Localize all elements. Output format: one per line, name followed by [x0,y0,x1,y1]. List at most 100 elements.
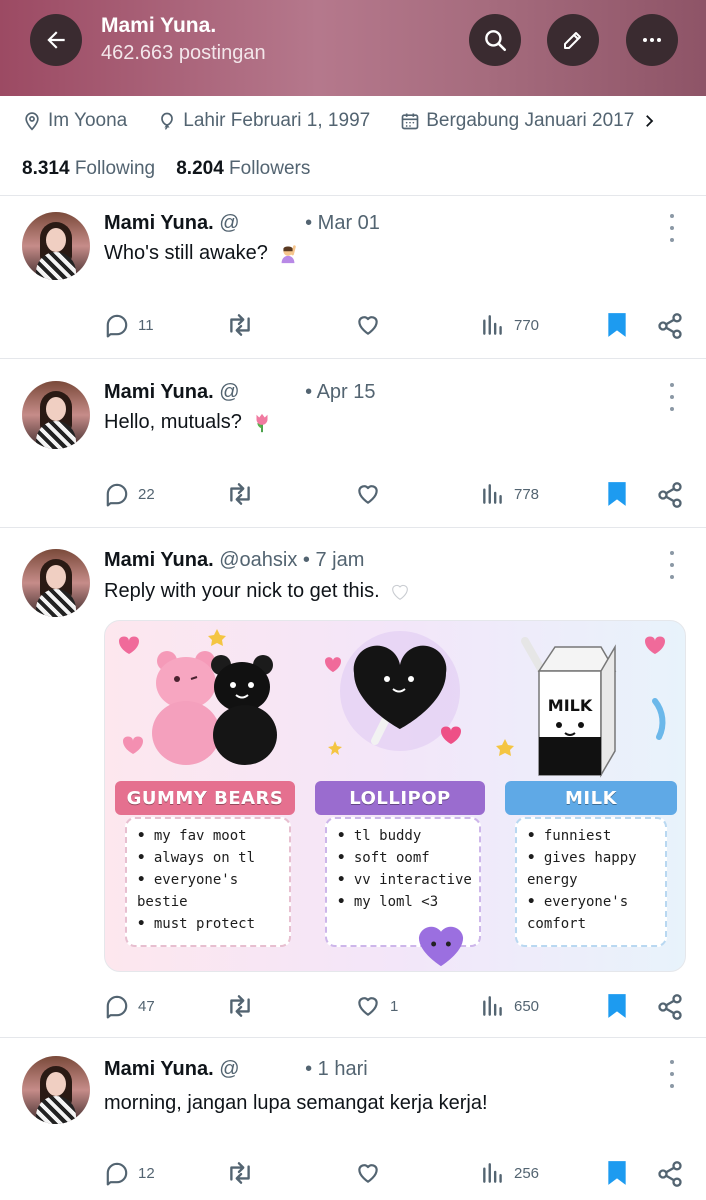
heart-icon [358,485,378,504]
following-count: 8.314 [22,158,70,179]
tweet-more-button[interactable] [662,1060,682,1088]
chevron-right-icon [646,115,654,127]
bookmark-button[interactable] [606,993,636,1019]
share-button[interactable] [656,312,692,340]
tulip-icon [256,413,268,432]
tweet-text-content: Who's still awake? [104,242,268,264]
followers-link[interactable]: 8.204 Followers [176,158,310,179]
tweet-actions: 11 770 [104,312,690,344]
analytics-icon [483,1163,502,1183]
share-button[interactable] [656,481,692,509]
retweet-button[interactable] [226,993,262,1019]
author-handle[interactable]: @ [219,381,239,403]
tweet-header: Mami Yuna. @oahsix • 7 jam [104,549,364,572]
birthday: Lahir Februari 1, 1997 [157,110,370,132]
bookmark-icon [608,482,626,506]
share-icon [658,1161,682,1187]
list-item: funniest [527,825,655,847]
like-button[interactable] [354,1160,390,1186]
share-icon [658,482,682,508]
location-text: Im Yoona [48,110,128,131]
like-button[interactable]: 1 [354,993,398,1019]
retweet-icon [230,483,250,505]
arrow-left-icon [47,31,65,49]
lollipop-illustration [325,631,461,755]
views-button[interactable]: 650 [480,993,539,1019]
calendar-icon [401,113,419,130]
retweet-button[interactable] [226,1160,262,1186]
tweet-more-button[interactable] [662,214,682,242]
avatar[interactable] [22,212,90,280]
gummy-bears-illustration [119,629,277,765]
tweet-text: morning, jangan lupa semangat kerja kerj… [104,1092,488,1114]
edit-button[interactable] [547,14,599,66]
heart-icon [358,1164,378,1183]
retweet-icon [230,314,250,336]
tweet[interactable]: Mami Yuna. @ • Apr 15 Hello, mutuals? 22… [0,365,706,527]
reply-button[interactable]: 47 [104,993,155,1019]
following-label: Following [74,158,156,179]
tweet-text-content: Reply with your nick to get this. [104,580,380,602]
tweet-header: Mami Yuna. @ • Mar 01 [104,212,380,235]
author-name[interactable]: Mami Yuna. [104,1058,214,1080]
reply-button[interactable]: 11 [104,312,154,338]
reply-button[interactable]: 12 [104,1160,155,1186]
bookmark-icon [608,994,626,1018]
tweet-time[interactable]: • Mar 01 [305,212,380,234]
tweet-time[interactable]: • Apr 15 [305,381,375,403]
author-name[interactable]: Mami Yuna. [104,212,214,234]
posts-count: 462.663 postingan [101,42,266,64]
author-name[interactable]: Mami Yuna. [104,381,214,403]
list-item: comfort [527,916,587,932]
views-button[interactable]: 778 [480,481,539,507]
retweet-button[interactable] [226,481,262,507]
author-handle[interactable]: @ [219,1058,239,1080]
search-icon [485,30,507,52]
share-button[interactable] [656,993,692,1021]
list-item: my loml <3 [337,891,469,913]
share-button[interactable] [656,1160,692,1188]
gummy-bears-panel: GUMMY BEARS my fav moot always on tl eve… [105,621,305,971]
list-item: everyone's [137,869,279,891]
reply-count: 22 [138,485,155,503]
profile-meta-row: Im Yoona Lahir Februari 1, 1997 Bergabun… [22,110,694,132]
tweet-more-button[interactable] [662,551,682,579]
person-raising-hand-icon [282,245,297,263]
author-handle[interactable]: @ [219,212,239,234]
like-button[interactable] [354,481,390,507]
tweet-time[interactable]: • 7 jam [303,549,364,571]
tweet[interactable]: Mami Yuna. @ • 1 hari morning, jangan lu… [0,1040,706,1200]
milk-card: funniest gives happy energy everyone's c… [515,817,667,947]
author-handle[interactable]: @oahsix [219,549,297,571]
avatar[interactable] [22,1056,90,1124]
like-button[interactable] [354,312,390,338]
search-button[interactable] [469,14,521,66]
tweet-actions: 22 778 [104,481,690,513]
tweet[interactable]: Mami Yuna. @ • Mar 01 Who's still awake?… [0,196,706,358]
retweet-button[interactable] [226,312,262,338]
avatar[interactable] [22,549,90,617]
reply-button[interactable]: 22 [104,481,155,507]
analytics-icon [483,996,502,1016]
back-button[interactable] [30,14,82,66]
bookmark-button[interactable] [606,312,636,338]
tweet-time[interactable]: • 1 hari [305,1058,368,1080]
avatar[interactable] [22,381,90,449]
views-button[interactable]: 770 [480,312,539,338]
bookmark-button[interactable] [606,481,636,507]
views-button[interactable]: 256 [480,1160,539,1186]
tweet-media-image[interactable]: GUMMY BEARS my fav moot always on tl eve… [104,620,686,972]
author-name[interactable]: Mami Yuna. [104,549,214,571]
list-item: always on tl [137,847,279,869]
milk-carton-illustration: MILK [496,636,666,778]
more-options-button[interactable] [626,14,678,66]
following-link[interactable]: 8.314 Following [22,158,155,179]
join-date[interactable]: Bergabung Januari 2017 [400,110,664,132]
bookmark-button[interactable] [606,1160,636,1186]
bookmark-icon [608,1161,626,1185]
divider [0,527,706,528]
tweet-text: Hello, mutuals? [104,411,273,434]
tweet-more-button[interactable] [662,383,682,411]
followers-count: 8.204 [176,158,224,179]
share-icon [658,313,682,339]
